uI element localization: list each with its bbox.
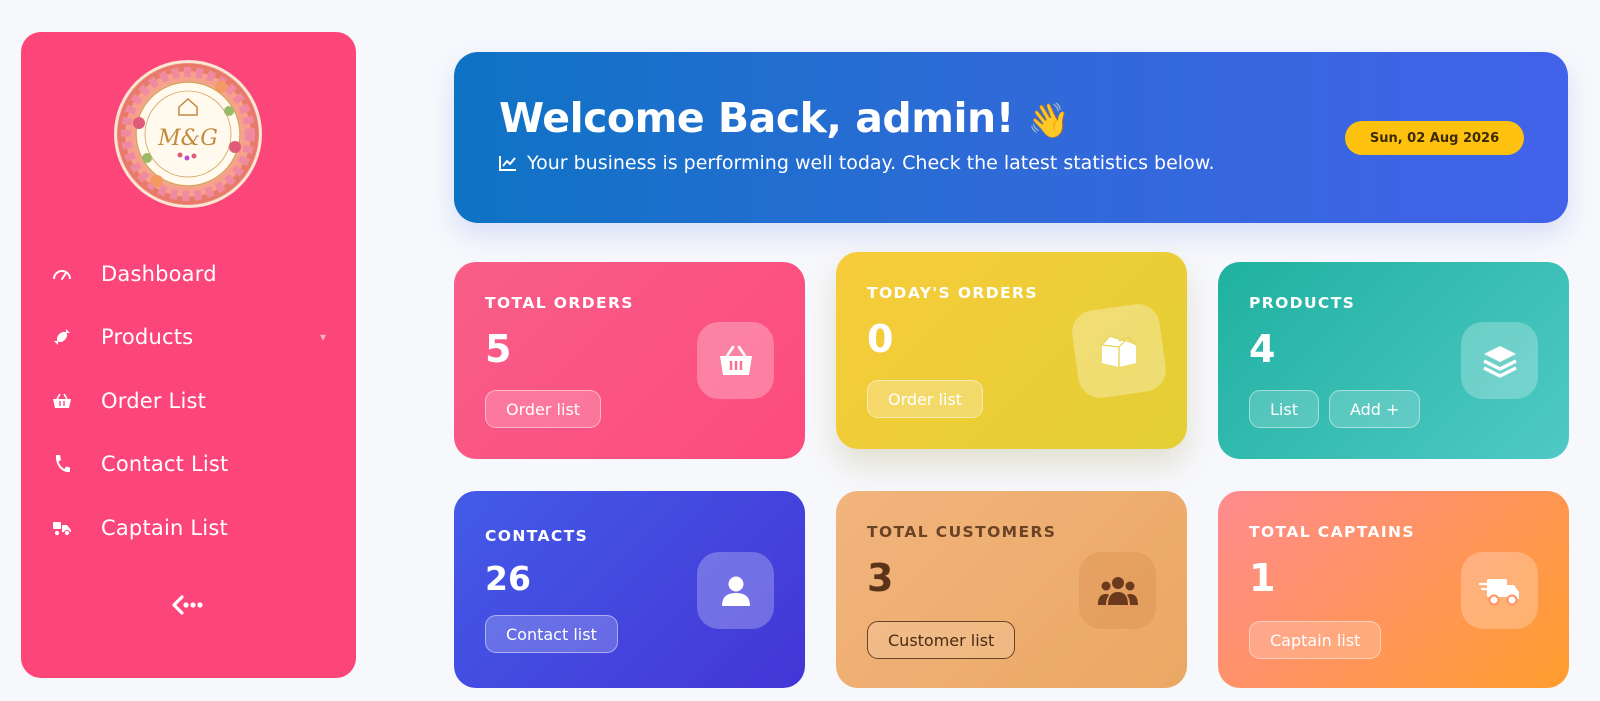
delivery-scooter-icon	[51, 517, 73, 539]
sidebar-item-contact-list[interactable]: Contact List	[21, 433, 356, 497]
card-title: TOTAL ORDERS	[485, 294, 634, 312]
open-box-icon	[1069, 301, 1169, 401]
captain-list-button[interactable]: Captain list	[1249, 621, 1382, 659]
sidebar-item-products[interactable]: Products ▾	[21, 306, 356, 370]
sidebar-item-dashboard[interactable]: Dashboard	[21, 242, 356, 306]
card-value: 1	[1249, 556, 1276, 600]
card-value: 3	[867, 556, 894, 600]
sidebar-item-order-list[interactable]: Order List	[21, 369, 356, 433]
contact-list-button[interactable]: Contact list	[485, 615, 618, 653]
total-customers-card: TOTAL CUSTOMERS 3 Customer list	[836, 491, 1187, 688]
gauge-icon	[51, 263, 73, 285]
phone-icon	[51, 453, 73, 475]
sidebar-item-label: Order List	[101, 388, 207, 413]
subtitle-text: Your business is performing well today. …	[527, 152, 1215, 174]
customer-list-button[interactable]: Customer list	[867, 621, 1016, 659]
card-value: 0	[867, 317, 894, 361]
card-title: TOTAL CUSTOMERS	[867, 523, 1057, 541]
sidebar-item-label: Contact List	[101, 452, 229, 477]
banner-subtitle: Your business is performing well today. …	[499, 152, 1215, 174]
sidebar: M&G Dashboard Products ▾ Order List Cont…	[21, 32, 356, 678]
total-captains-card: TOTAL CAPTAINS 1 Captain list	[1218, 491, 1569, 688]
waving-hand-icon: 👋	[1027, 101, 1070, 141]
card-title: PRODUCTS	[1249, 294, 1356, 312]
collapse-sidebar-button[interactable]	[168, 592, 208, 622]
order-list-button[interactable]: Order list	[485, 390, 602, 428]
add-product-button[interactable]: Add +	[1328, 390, 1421, 428]
sidebar-item-captain-list[interactable]: Captain List	[21, 496, 356, 560]
chevron-down-icon[interactable]: ▾	[320, 330, 326, 344]
card-value: 4	[1249, 327, 1276, 371]
collapse-arrow-icon	[171, 594, 205, 620]
sidebar-item-label: Dashboard	[101, 261, 217, 286]
total-orders-card: TOTAL ORDERS 5 Order list	[454, 262, 805, 459]
product-list-button[interactable]: List	[1249, 390, 1319, 428]
todays-orders-card: TODAY'S ORDERS 0 Order list	[836, 252, 1187, 449]
products-card: PRODUCTS 4 List Add +	[1218, 262, 1569, 459]
sidebar-item-label: Products	[101, 325, 194, 350]
sidebar-item-label: Captain List	[101, 515, 228, 540]
page-title: Welcome Back, admin! 👋	[499, 94, 1070, 142]
svg-text:M&G: M&G	[157, 126, 218, 151]
basket-icon	[51, 390, 73, 412]
shopping-basket-icon	[697, 322, 774, 399]
card-title: TODAY'S ORDERS	[867, 284, 1038, 302]
contacts-card: CONTACTS 26 Contact list	[454, 491, 805, 688]
order-list-button[interactable]: Order list	[867, 380, 984, 418]
card-value: 5	[485, 327, 512, 371]
welcome-banner: Welcome Back, admin! 👋 Your business is p…	[454, 52, 1568, 223]
sidebar-nav: Dashboard Products ▾ Order List Contact …	[21, 242, 356, 560]
users-icon	[1079, 552, 1156, 629]
brand-logo[interactable]: M&G	[117, 63, 259, 205]
card-title: TOTAL CAPTAINS	[1249, 523, 1415, 541]
date-badge: Sun, 02 Aug 2026	[1345, 121, 1524, 155]
truck-icon	[1461, 552, 1538, 629]
candy-icon	[51, 326, 73, 348]
line-chart-icon	[499, 155, 517, 171]
user-icon	[697, 552, 774, 629]
layers-icon	[1461, 322, 1538, 399]
card-value: 26	[485, 559, 531, 598]
welcome-title: Welcome Back, admin!	[499, 94, 1014, 142]
card-title: CONTACTS	[485, 527, 589, 545]
